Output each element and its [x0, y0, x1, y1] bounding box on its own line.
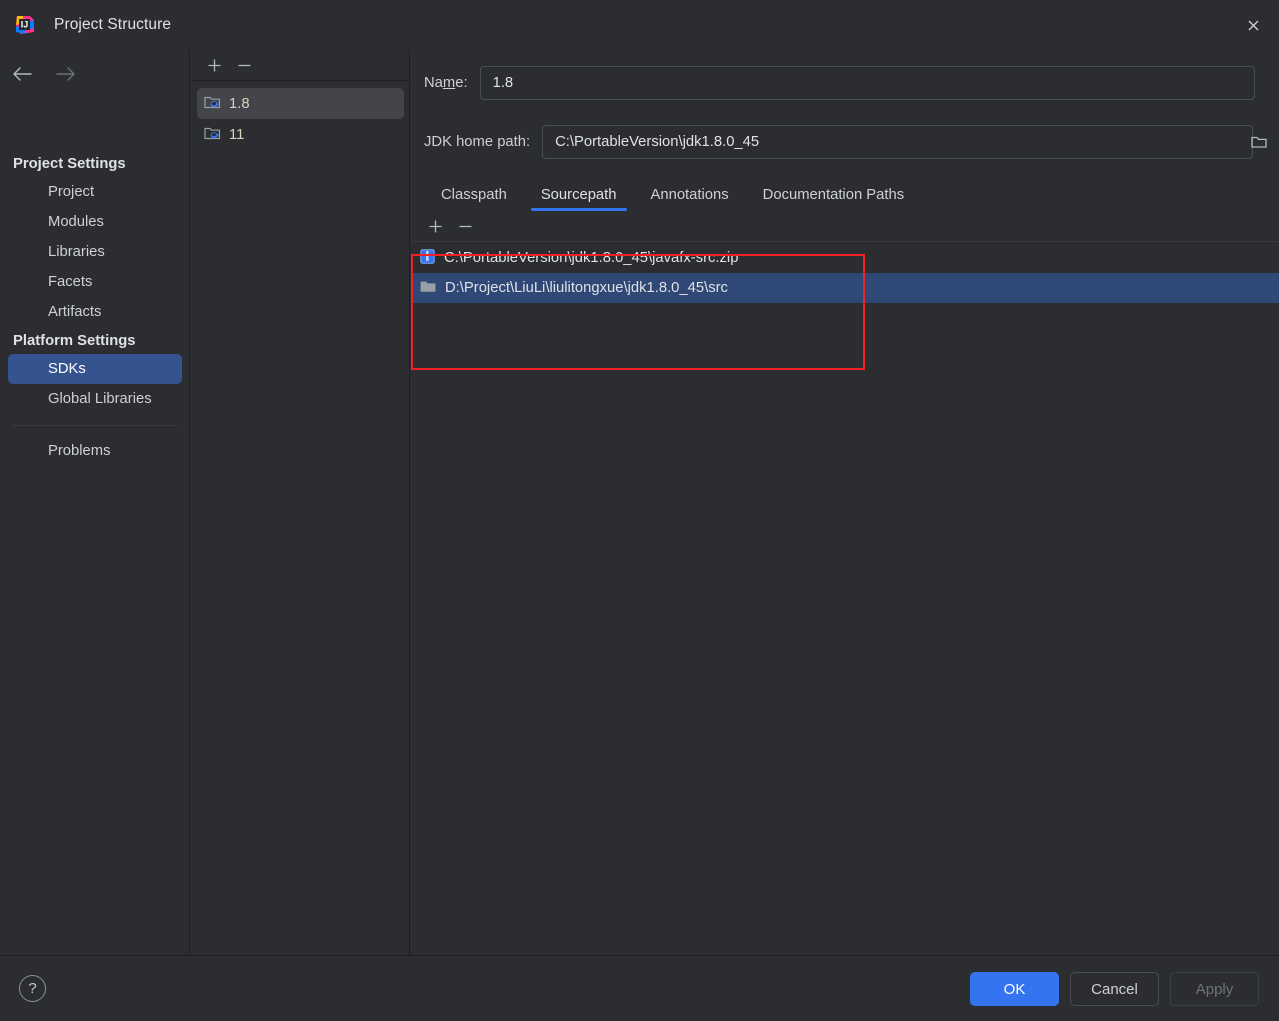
tab-documentation-paths[interactable]: Documentation Paths	[746, 178, 921, 211]
plus-icon[interactable]	[420, 213, 450, 241]
dialog-buttons: OK Cancel Apply	[970, 972, 1259, 1006]
sdk-list-item-label: 11	[229, 126, 245, 143]
sidebar-item-libraries[interactable]: Libraries	[0, 237, 190, 267]
sourcepath-list-item[interactable]: D:\Project\LiuLi\liulitongxue\jdk1.8.0_4…	[411, 273, 1279, 303]
name-field-row: Name: 1.8	[424, 66, 1279, 100]
sidebar-item-project[interactable]: Project	[0, 177, 190, 207]
folder-icon[interactable]	[1240, 126, 1278, 158]
sdk-list-item-1-8[interactable]: 1.8	[197, 88, 404, 119]
settings-navigation-panel: Project Settings Project Modules Librari…	[0, 50, 190, 955]
title-bar: IJ Project Structure	[0, 0, 1279, 50]
minus-icon[interactable]	[229, 51, 259, 79]
navigation-arrows	[0, 58, 88, 90]
ok-button[interactable]: OK	[970, 972, 1059, 1006]
sidebar-item-global-libraries[interactable]: Global Libraries	[0, 384, 190, 414]
sidebar-item-sdks[interactable]: SDKs	[8, 354, 182, 384]
close-icon[interactable]	[1235, 7, 1271, 43]
sdk-list-panel: 1.8 11	[191, 50, 410, 955]
name-field-label: Name:	[424, 75, 468, 91]
name-input[interactable]: 1.8	[479, 66, 1255, 100]
tab-sourcepath[interactable]: Sourcepath	[524, 178, 634, 211]
help-icon[interactable]: ?	[19, 975, 46, 1002]
arrow-right-icon[interactable]	[44, 59, 88, 89]
sdk-list-item-label: 1.8	[229, 95, 250, 112]
sdk-list-toolbar	[191, 50, 410, 81]
nav-group-project-settings: Project Settings	[13, 155, 126, 172]
tab-annotations[interactable]: Annotations	[634, 178, 746, 211]
sourcepath-toolbar	[412, 212, 1278, 242]
nav-group-platform-settings: Platform Settings	[13, 332, 136, 349]
minus-icon[interactable]	[450, 213, 480, 241]
cancel-button[interactable]: Cancel	[1070, 972, 1159, 1006]
intellij-idea-logo-icon: IJ	[14, 14, 36, 36]
dialog-body: Project Settings Project Modules Librari…	[0, 50, 1279, 955]
svg-text:IJ: IJ	[21, 20, 29, 30]
apply-button[interactable]: Apply	[1170, 972, 1259, 1006]
jdk-home-path-label: JDK home path:	[424, 134, 531, 150]
sourcepath-list-item[interactable]: C:\PortableVersion\jdk1.8.0_45\javafx-sr…	[411, 243, 1279, 273]
tab-classpath[interactable]: Classpath	[424, 178, 524, 211]
sidebar-item-artifacts[interactable]: Artifacts	[0, 297, 190, 327]
jdk-home-path-field-row: JDK home path: C:\PortableVersion\jdk1.8…	[424, 125, 1279, 159]
arrow-left-icon[interactable]	[0, 59, 44, 89]
zip-archive-icon	[420, 248, 435, 268]
sourcepath-list: C:\PortableVersion\jdk1.8.0_45\javafx-sr…	[411, 243, 1279, 303]
sdk-detail-panel: Name: 1.8 JDK home path: C:\PortableVers…	[411, 50, 1279, 955]
sidebar-item-modules[interactable]: Modules	[0, 207, 190, 237]
jdk-home-path-value: C:\PortableVersion\jdk1.8.0_45	[555, 134, 760, 150]
folder-icon	[420, 279, 436, 298]
sidebar-item-problems[interactable]: Problems	[0, 436, 190, 466]
sdk-items: 1.8 11	[191, 82, 410, 150]
page-title: Project Structure	[54, 16, 172, 33]
jdk-folder-icon	[204, 94, 221, 114]
settings-tree: Project Settings Project Modules Librari…	[0, 150, 190, 466]
sidebar-item-facets[interactable]: Facets	[0, 267, 190, 297]
jdk-folder-icon	[204, 125, 221, 145]
sourcepath-item-label: D:\Project\LiuLi\liulitongxue\jdk1.8.0_4…	[445, 280, 728, 296]
sdk-detail-tabs: Classpath Sourcepath Annotations Documen…	[424, 178, 1279, 211]
project-structure-dialog: IJ Project Structure Project Settings Pr…	[0, 0, 1279, 1021]
jdk-home-path-input[interactable]: C:\PortableVersion\jdk1.8.0_45	[542, 125, 1254, 159]
sdk-list-item-11[interactable]: 11	[197, 119, 404, 150]
plus-icon[interactable]	[199, 51, 229, 79]
sourcepath-panel: C:\PortableVersion\jdk1.8.0_45\javafx-sr…	[411, 211, 1279, 370]
help-label: ?	[28, 980, 37, 997]
nav-divider	[13, 425, 177, 426]
sourcepath-item-label: C:\PortableVersion\jdk1.8.0_45\javafx-sr…	[444, 250, 739, 266]
